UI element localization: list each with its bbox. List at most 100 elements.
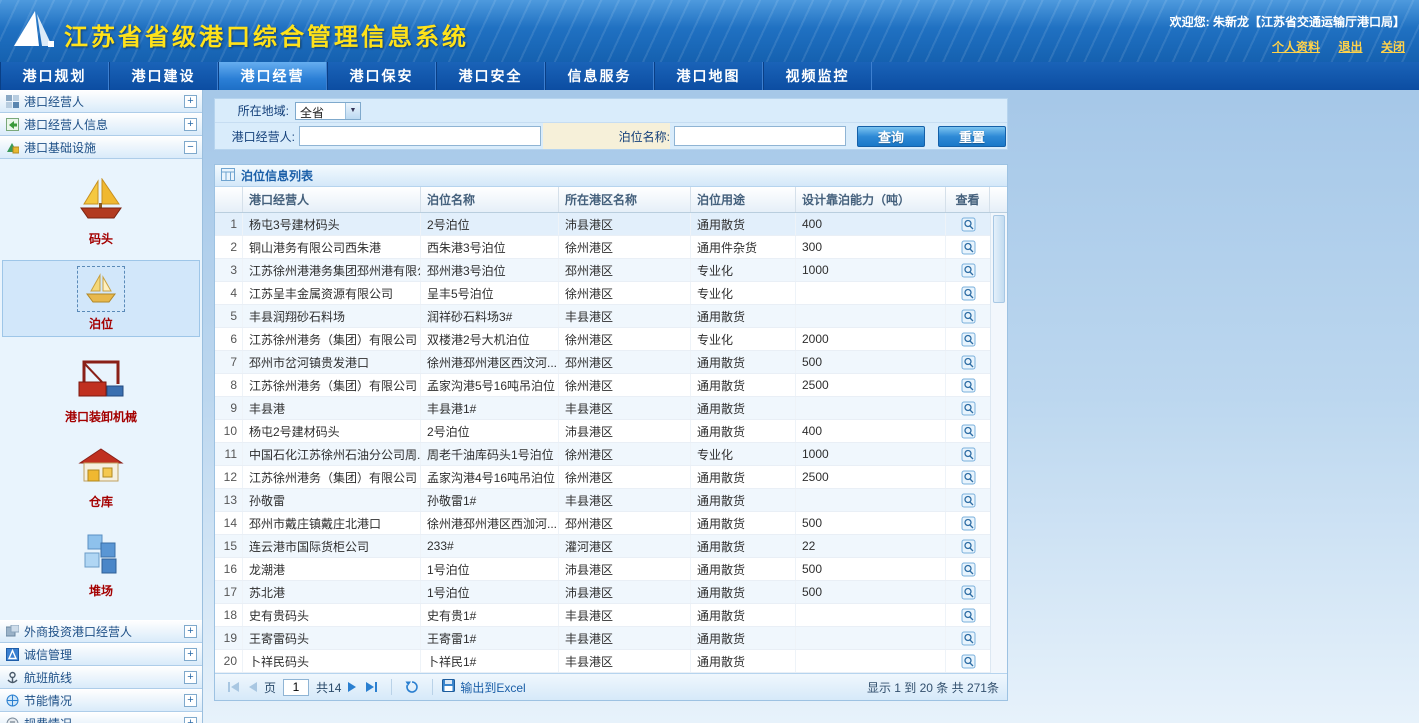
refresh-icon[interactable]	[405, 680, 419, 694]
sidebar-item-port-operators[interactable]: 港口经营人 +	[0, 90, 202, 113]
scrollbar-thumb[interactable]	[993, 215, 1005, 303]
operator-input[interactable]	[299, 126, 541, 146]
cell-usage: 通用散货	[691, 397, 796, 419]
table-row[interactable]: 13 孙敬雷 孙敬雷1# 丰县港区 通用散货	[215, 489, 990, 512]
export-excel-button[interactable]: 输出到Excel	[442, 679, 525, 696]
table-row[interactable]: 5 丰县润翔砂石料场 润祥砂石料场3# 丰县港区 通用散货	[215, 305, 990, 328]
expand-icon[interactable]: +	[184, 671, 197, 684]
sidebar-item-loading-machinery[interactable]: 港口装卸机械	[2, 345, 200, 430]
nav-tab[interactable]: 视频监控	[763, 62, 872, 90]
table-row[interactable]: 4 江苏呈丰金属资源有限公司 呈丰5号泊位 徐州港区 专业化	[215, 282, 990, 305]
expand-icon[interactable]: +	[184, 648, 197, 661]
sidebar-item-fees[interactable]: 规费情况 +	[0, 712, 202, 723]
view-detail-icon[interactable]	[961, 217, 976, 232]
table-row[interactable]: 12 江苏徐州港务（集团）有限公司 孟家沟港4号16吨吊泊位 徐州港区 通用散货…	[215, 466, 990, 489]
profile-link[interactable]: 个人资料	[1272, 40, 1320, 54]
column-header-view[interactable]: 查看	[946, 187, 990, 212]
first-page-button[interactable]	[227, 682, 240, 692]
nav-tab[interactable]: 港口经营	[218, 62, 327, 90]
column-header-usage[interactable]: 泊位用途	[691, 187, 796, 212]
table-row[interactable]: 7 邳州市岔河镇贵发港口 徐州港邳州港区西汶河... 邳州港区 通用散货 500	[215, 351, 990, 374]
table-row[interactable]: 14 邳州市戴庄镇戴庄北港口 徐州港邳州港区西泇河... 邳州港区 通用散货 5…	[215, 512, 990, 535]
nav-tab[interactable]: 信息服务	[545, 62, 654, 90]
expand-icon[interactable]: +	[184, 118, 197, 131]
sidebar-item-stackyard[interactable]: 堆场	[2, 523, 200, 604]
view-detail-icon[interactable]	[961, 332, 976, 347]
nav-tab[interactable]: 港口建设	[109, 62, 218, 90]
cell-port-area: 丰县港区	[559, 489, 691, 511]
view-detail-icon[interactable]	[961, 401, 976, 416]
prev-page-button[interactable]	[248, 682, 258, 692]
view-detail-icon[interactable]	[961, 631, 976, 646]
view-detail-icon[interactable]	[961, 378, 976, 393]
logout-link[interactable]: 退出	[1339, 40, 1363, 54]
view-detail-icon[interactable]	[961, 608, 976, 623]
sidebar-item-shipping-routes[interactable]: 航班航线 +	[0, 666, 202, 689]
page-number-input[interactable]	[283, 679, 309, 696]
table-row[interactable]: 20 卜祥民码头 卜祥民1# 丰县港区 通用散货	[215, 650, 990, 673]
next-page-button[interactable]	[347, 682, 357, 692]
table-row[interactable]: 10 杨屯2号建材码头 2号泊位 沛县港区 通用散货 400	[215, 420, 990, 443]
last-page-button[interactable]	[365, 682, 378, 692]
query-button[interactable]: 查询	[857, 126, 925, 147]
cell-operator: 铜山港务有限公司西朱港	[243, 236, 421, 258]
view-detail-icon[interactable]	[961, 286, 976, 301]
close-link[interactable]: 关闭	[1381, 40, 1405, 54]
view-detail-icon[interactable]	[961, 585, 976, 600]
nav-tab-label: 信息服务	[568, 66, 632, 86]
table-row[interactable]: 15 连云港市国际货柜公司 233# 灌河港区 通用散货 22	[215, 535, 990, 558]
sidebar-item-port-infrastructure[interactable]: 港口基础设施 −	[0, 136, 202, 159]
expand-icon[interactable]: +	[184, 95, 197, 108]
view-detail-icon[interactable]	[961, 516, 976, 531]
table-row[interactable]: 3 江苏徐州港港务集团邳州港有限公司 邳州港3号泊位 邳州港区 专业化 1000	[215, 259, 990, 282]
berth-name-input[interactable]	[674, 126, 846, 146]
table-row[interactable]: 1 杨屯3号建材码头 2号泊位 沛县港区 通用散货 400	[215, 213, 990, 236]
view-detail-icon[interactable]	[961, 539, 976, 554]
region-select[interactable]: 全省 ▼	[295, 102, 361, 120]
view-detail-icon[interactable]	[961, 309, 976, 324]
cell-view	[946, 236, 990, 258]
view-detail-icon[interactable]	[961, 263, 976, 278]
view-detail-icon[interactable]	[961, 424, 976, 439]
column-header-berth-name[interactable]: 泊位名称	[421, 187, 559, 212]
sidebar-item-berth[interactable]: 泊位	[2, 260, 200, 337]
column-header-capacity[interactable]: 设计靠泊能力（吨）	[796, 187, 946, 212]
column-header-operator[interactable]: 港口经营人	[243, 187, 421, 212]
table-row[interactable]: 6 江苏徐州港务（集团）有限公司 双楼港2号大机泊位 徐州港区 专业化 2000	[215, 328, 990, 351]
expand-icon[interactable]: +	[184, 717, 197, 723]
nav-tab[interactable]: 港口保安	[327, 62, 436, 90]
sidebar-item-warehouse[interactable]: 仓库	[2, 438, 200, 515]
view-detail-icon[interactable]	[961, 493, 976, 508]
table-row[interactable]: 8 江苏徐州港务（集团）有限公司 孟家沟港5号16吨吊泊位 徐州港区 通用散货 …	[215, 374, 990, 397]
reset-button[interactable]: 重置	[938, 126, 1006, 147]
table-row[interactable]: 9 丰县港 丰县港1# 丰县港区 通用散货	[215, 397, 990, 420]
collapse-icon[interactable]: −	[184, 141, 197, 154]
view-detail-icon[interactable]	[961, 355, 976, 370]
table-row[interactable]: 17 苏北港 1号泊位 沛县港区 通用散货 500	[215, 581, 990, 604]
sidebar-item-foreign-investors[interactable]: 外商投资港口经营人 +	[0, 620, 202, 643]
main-content: 所在地域: 全省 ▼ 港口经营人: 泊位名称: 查询 重置	[204, 90, 1419, 723]
view-detail-icon[interactable]	[961, 447, 976, 462]
expand-icon[interactable]: +	[184, 625, 197, 638]
nav-tab[interactable]: 港口规划	[0, 62, 109, 90]
view-detail-icon[interactable]	[961, 562, 976, 577]
view-detail-icon[interactable]	[961, 654, 976, 669]
table-row[interactable]: 2 铜山港务有限公司西朱港 西朱港3号泊位 徐州港区 通用件杂货 300	[215, 236, 990, 259]
column-header-port-area[interactable]: 所在港区名称	[559, 187, 691, 212]
table-row[interactable]: 18 史有贵码头 史有贵1# 丰县港区 通用散货	[215, 604, 990, 627]
sidebar-item-operator-info[interactable]: 港口经营人信息 +	[0, 113, 202, 136]
table-scrollbar[interactable]	[990, 213, 1007, 673]
table-row[interactable]: 19 王寄雷码头 王寄雷1# 丰县港区 通用散货	[215, 627, 990, 650]
table-row[interactable]: 16 龙潮港 1号泊位 沛县港区 通用散货 500	[215, 558, 990, 581]
nav-tab[interactable]: 港口地图	[654, 62, 763, 90]
table-row[interactable]: 11 中国石化江苏徐州石油分公司周... 周老千油库码头1号泊位 徐州港区 专业…	[215, 443, 990, 466]
view-detail-icon[interactable]	[961, 240, 976, 255]
sidebar-item-wharf[interactable]: 码头	[2, 169, 200, 252]
nav-tab-label: 港口建设	[132, 66, 196, 86]
cell-capacity: 2500	[796, 466, 946, 488]
view-detail-icon[interactable]	[961, 470, 976, 485]
expand-icon[interactable]: +	[184, 694, 197, 707]
nav-tab[interactable]: 港口安全	[436, 62, 545, 90]
sidebar-item-energy-saving[interactable]: 节能情况 +	[0, 689, 202, 712]
sidebar-item-credit-management[interactable]: 诚信管理 +	[0, 643, 202, 666]
